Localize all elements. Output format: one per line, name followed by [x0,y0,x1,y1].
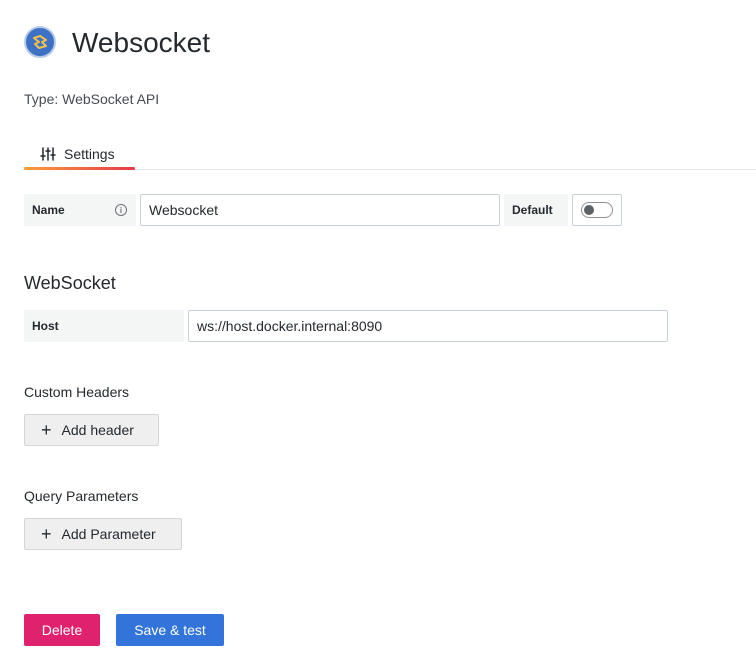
plugin-type: Type: WebSocket API [24,91,160,107]
query-parameters-title: Query Parameters [24,488,139,504]
custom-headers-title: Custom Headers [24,384,130,400]
host-label: Host [24,310,184,342]
plugin-header [24,26,56,58]
websocket-section-title: WebSocket [24,273,116,293]
toggle-knob [584,205,594,215]
add-parameter-label: Add Parameter [61,526,156,542]
default-toggle-container [572,194,622,226]
host-input[interactable]: ws://host.docker.internal:8090 [188,310,668,342]
delete-button[interactable]: Delete [24,614,100,646]
add-header-button[interactable]: + Add header [24,414,159,446]
tab-bar: Settings [24,138,756,170]
page-title: Websocket [72,27,210,58]
default-label: Default [504,194,568,226]
tab-settings-label: Settings [64,146,115,162]
sliders-icon [40,147,56,161]
websocket-plugin-logo [24,26,56,58]
name-label: Name i [24,194,136,226]
default-toggle[interactable] [581,202,613,218]
active-tab-indicator [24,167,135,170]
info-icon[interactable]: i [115,204,127,216]
plus-icon: + [41,420,52,440]
add-parameter-button[interactable]: + Add Parameter [24,518,182,550]
name-label-text: Name [32,203,65,217]
add-header-label: Add header [61,422,134,438]
tab-settings[interactable]: Settings [24,138,135,170]
plus-icon: + [41,524,52,544]
name-input[interactable]: Websocket [140,194,500,226]
save-test-button[interactable]: Save & test [116,614,224,646]
